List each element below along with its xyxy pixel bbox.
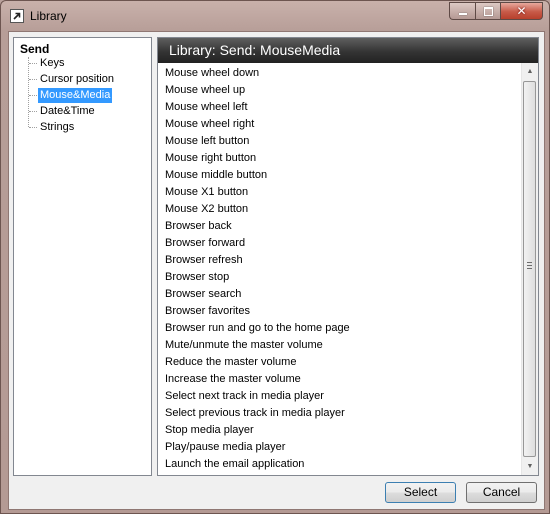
dialog-client-area: Send Keys Cursor position Mouse&Media Da… bbox=[8, 31, 545, 510]
list-item[interactable]: Stop media player bbox=[165, 422, 254, 439]
list-item[interactable]: Mouse right button bbox=[165, 150, 256, 167]
title-bar[interactable]: Library ✕ bbox=[1, 1, 549, 31]
close-icon: ✕ bbox=[516, 4, 527, 18]
list-item[interactable]: Mouse X2 button bbox=[165, 201, 248, 218]
tree-connector-line bbox=[28, 57, 29, 127]
list-item[interactable]: Mouse left button bbox=[165, 133, 249, 150]
scroll-thumb[interactable] bbox=[523, 81, 536, 457]
list-item[interactable]: Increase the master volume bbox=[165, 371, 301, 388]
tree-item-strings[interactable]: Strings bbox=[38, 120, 76, 135]
maximize-button[interactable] bbox=[475, 2, 500, 20]
tree-item-cursor-position[interactable]: Cursor position bbox=[38, 72, 116, 87]
library-window: Library ✕ Send Keys Cursor position Mous… bbox=[0, 0, 550, 514]
minimize-button[interactable] bbox=[449, 2, 475, 20]
list-item[interactable]: Browser run and go to the home page bbox=[165, 320, 350, 337]
tree-root-send[interactable]: Send bbox=[20, 42, 49, 56]
tree-connector-line bbox=[29, 111, 37, 112]
list-item[interactable]: Mouse middle button bbox=[165, 167, 267, 184]
list-item[interactable]: Mouse X1 button bbox=[165, 184, 248, 201]
list-item[interactable]: Browser favorites bbox=[165, 303, 250, 320]
list-item[interactable]: Select previous track in media player bbox=[165, 405, 345, 422]
tree-item-date-time[interactable]: Date&Time bbox=[38, 104, 97, 119]
list-item[interactable]: Browser stop bbox=[165, 269, 229, 286]
list-item[interactable]: Reduce the master volume bbox=[165, 354, 296, 371]
list-item[interactable]: Launch the email application bbox=[165, 456, 304, 473]
list-item[interactable]: Browser search bbox=[165, 286, 241, 303]
tree-connector-line bbox=[29, 63, 37, 64]
list-item[interactable]: Browser refresh bbox=[165, 252, 243, 269]
shortcut-arrow-icon bbox=[10, 9, 24, 23]
scroll-up-icon[interactable]: ▲ bbox=[522, 63, 538, 80]
list-item[interactable]: Mouse wheel right bbox=[165, 116, 254, 133]
scroll-down-icon[interactable]: ▼ bbox=[522, 458, 538, 475]
caption-buttons: ✕ bbox=[449, 2, 543, 20]
command-list[interactable]: Mouse wheel down Mouse wheel up Mouse whee… bbox=[158, 63, 521, 475]
list-item[interactable]: Browser forward bbox=[165, 235, 245, 252]
close-button[interactable]: ✕ bbox=[500, 2, 543, 20]
tree-item-mouse-media[interactable]: Mouse&Media bbox=[38, 88, 113, 103]
list-item[interactable]: Select next track in media player bbox=[165, 388, 324, 405]
command-panel: Library: Send: MouseMedia Mouse wheel do… bbox=[157, 37, 539, 476]
cancel-button[interactable]: Cancel bbox=[466, 482, 537, 503]
list-item[interactable]: Mouse wheel up bbox=[165, 82, 245, 99]
tree-connector-line bbox=[29, 95, 37, 96]
category-tree[interactable]: Send Keys Cursor position Mouse&Media Da… bbox=[13, 37, 152, 476]
grip-icon bbox=[527, 262, 532, 269]
panel-header: Library: Send: MouseMedia bbox=[158, 38, 538, 63]
tree-connector-line bbox=[29, 127, 37, 128]
tree-connector-line bbox=[29, 79, 37, 80]
window-title: Library bbox=[30, 9, 67, 23]
list-item[interactable]: Mouse wheel down bbox=[165, 65, 259, 82]
list-item[interactable]: Mute/unmute the master volume bbox=[165, 337, 323, 354]
vertical-scrollbar[interactable]: ▲ ▼ bbox=[521, 63, 538, 475]
tree-item-keys[interactable]: Keys bbox=[38, 56, 66, 71]
list-item[interactable]: Play/pause media player bbox=[165, 439, 285, 456]
select-button[interactable]: Select bbox=[385, 482, 456, 503]
list-item[interactable]: Mouse wheel left bbox=[165, 99, 248, 116]
list-item[interactable]: Browser back bbox=[165, 218, 232, 235]
